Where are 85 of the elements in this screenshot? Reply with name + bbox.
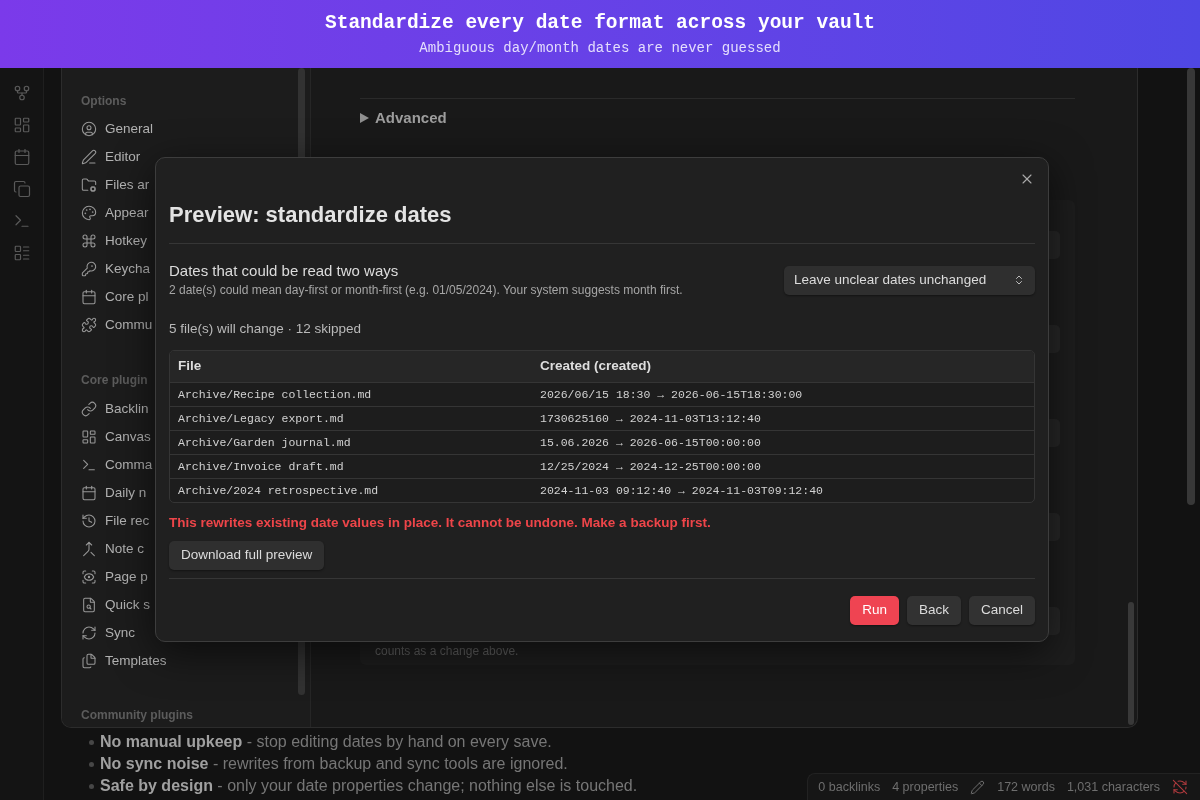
list-item-text: No manual upkeep - stop editing dates by hand on every save.	[100, 732, 552, 752]
banner-title: Standardize every date format across your vault	[325, 11, 875, 35]
grid-icon	[81, 429, 97, 445]
table-cell-text: Archive/2024 retrospective.md	[177, 482, 380, 499]
column-header: File	[177, 357, 203, 376]
copy-icon[interactable]	[12, 180, 31, 198]
run-button[interactable]: Run	[850, 596, 899, 625]
bullet-icon	[89, 739, 94, 745]
settings-nav-item[interactable]: Comma	[81, 451, 153, 479]
dialog-button[interactable]: Back	[906, 596, 961, 625]
settings-nav-item[interactable]: Hotkey	[81, 227, 148, 255]
node-graph-icon[interactable]	[12, 84, 31, 102]
banner-subtitle: Ambiguous day/month dates are never guessed	[419, 39, 781, 57]
sync-off-icon[interactable]	[1172, 779, 1188, 795]
status-text: 1,031 characters	[1066, 778, 1160, 796]
file-search-icon	[81, 597, 97, 613]
table-cell-text: 1730625160 → 2024-11-03T13:12:40	[539, 410, 762, 427]
list-icon[interactable]	[12, 244, 31, 262]
settings-nav-item[interactable]: Page p	[81, 563, 148, 591]
palette-icon	[81, 205, 97, 221]
setting-title: Dates that could be read two ways	[169, 262, 399, 280]
up-down-chevron-icon	[1013, 274, 1025, 286]
warning-text: This rewrites existing date values in place. It cannot be undone. Make a backup first.	[169, 514, 711, 532]
list-item-text: Safe by design - only your date properties change; nothing else is touched.	[100, 776, 638, 796]
section-heading: Core plugin	[81, 373, 148, 387]
pencil-icon	[81, 149, 97, 165]
list-item-text: No sync noise - rewrites from backup and sync tools are ignored.	[100, 754, 568, 774]
settings-nav-item[interactable]: Editor	[81, 143, 141, 171]
scrollbar[interactable]	[1187, 68, 1195, 505]
table-cell-text: Archive/Garden journal.md	[177, 434, 352, 451]
status-text: 172 words	[997, 778, 1055, 796]
settings-nav-item[interactable]: Files ar	[81, 171, 150, 199]
status-text: 0 backlinks	[818, 778, 881, 796]
dialog-button[interactable]: Cancel	[968, 596, 1035, 625]
settings-nav-item[interactable]: Backlin	[81, 395, 149, 423]
dialog-title: Preview: standardize dates	[169, 201, 452, 229]
merge-icon	[81, 541, 97, 557]
settings-nav-item[interactable]: General	[81, 115, 154, 143]
advanced-toggle[interactable]: Advanced	[360, 109, 447, 127]
table-cell-text: Archive/Recipe collection.md	[177, 386, 373, 403]
settings-nav-item[interactable]: Quick s	[81, 591, 150, 619]
table-cell-text: Archive/Legacy export.md	[177, 410, 345, 427]
history-icon	[81, 513, 97, 529]
settings-nav-item[interactable]: Sync	[81, 619, 135, 647]
terminal-icon	[81, 457, 97, 473]
settings-nav-item[interactable]: Appear	[81, 199, 149, 227]
column-header: Created (created)	[539, 357, 653, 376]
settings-nav-item[interactable]: Daily n	[81, 479, 147, 507]
table-cell-text: 15.06.2026 → 2026-06-15T00:00:00	[539, 434, 762, 451]
mode-select[interactable]: Leave unclear dates unchanged	[784, 265, 1035, 295]
key-icon	[81, 261, 97, 277]
settings-nav-item[interactable]: File rec	[81, 507, 150, 535]
files-icon	[81, 653, 97, 669]
refresh-icon	[81, 625, 97, 641]
settings-nav-item[interactable]: Canvas	[81, 423, 151, 451]
scrollbar[interactable]	[1128, 602, 1134, 725]
table-cell-text: 2026/06/15 18:30 → 2026-06-15T18:30:00	[539, 386, 804, 403]
bullet-icon	[89, 761, 94, 767]
settings-nav-item[interactable]: Templates	[81, 647, 167, 675]
section-heading: Options	[81, 94, 127, 108]
setting-description: 2 date(s) could mean day-first or month-first (e.g. 01/05/2024). Your system suggests month first.	[169, 282, 683, 298]
calendar-icon[interactable]	[12, 148, 31, 166]
status-text: 4 properties	[892, 778, 959, 796]
terminal-icon[interactable]	[12, 212, 31, 230]
table-cell-text: 12/25/2024 → 2024-12-25T00:00:00	[539, 458, 762, 475]
command-key-icon	[81, 233, 97, 249]
user-circle-icon	[81, 121, 97, 137]
calendar-icon	[81, 485, 97, 501]
table-cell-text: 2024-11-03 09:12:40 → 2024-11-03T09:12:40	[539, 482, 824, 499]
settings-nav-item[interactable]: Commu	[81, 311, 153, 339]
settings-nav-item[interactable]: Note c	[81, 535, 145, 563]
calendar-icon	[81, 289, 97, 305]
pencil-icon[interactable]	[970, 779, 986, 795]
puzzle-icon	[81, 317, 97, 333]
change-summary: 5 file(s) will change · 12 skipped	[169, 320, 362, 338]
link-icon	[81, 401, 97, 417]
settings-nav-item[interactable]: Core pl	[81, 283, 149, 311]
folder-gear-icon	[81, 177, 97, 193]
settings-nav-item[interactable]: Keycha	[81, 255, 151, 283]
scan-eye-icon	[81, 569, 97, 585]
grid-icon[interactable]	[12, 116, 31, 134]
download-button[interactable]: Download full preview	[169, 541, 325, 570]
section-heading: Community plugins	[81, 708, 193, 722]
bullet-icon	[89, 783, 94, 789]
table-cell-text: Archive/Invoice draft.md	[177, 458, 345, 475]
